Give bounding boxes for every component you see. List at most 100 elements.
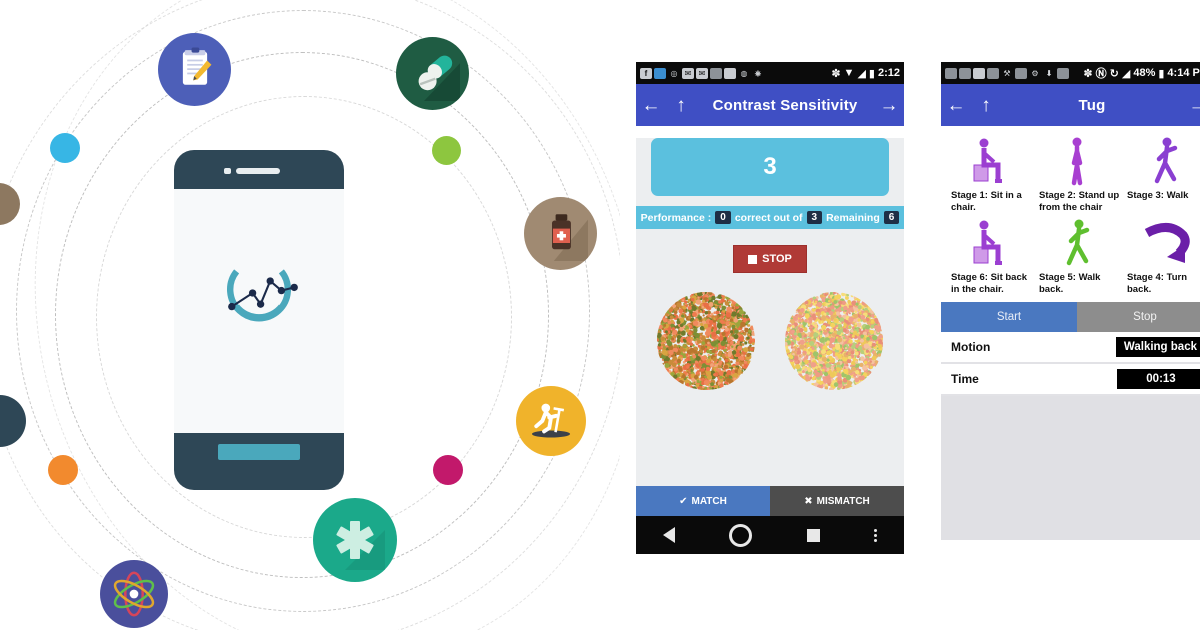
overflow-dots-icon[interactable] [873,528,877,542]
ishihara-plate-right[interactable] [784,291,884,391]
stop-button-label: STOP [762,253,792,265]
clipboard-pencil-icon [158,33,231,106]
answer-buttons: ✔ MATCH ✖ MISMATCH [636,486,904,516]
treadmill-runner-icon [516,386,586,456]
motion-label: Motion [951,339,991,354]
bug-icon: ⚙ [1031,68,1039,78]
apps-icon [973,67,985,79]
stop-button-row: STOP [636,245,904,273]
star-of-life-icon [313,498,397,582]
cross-icon: ✖ [804,495,813,507]
video-icon [710,67,722,79]
sitting-figure-icon-2 [968,214,1010,269]
color-plate-row [636,291,904,391]
stage-caption: Stage 4: Turn back. [1127,271,1187,295]
app-bar: ← ↑ Tug → [941,84,1200,126]
turn-arrow-icon [1139,214,1191,269]
image-icon [724,67,736,79]
mail-icon: ✉ [682,67,694,79]
stop-button[interactable]: Stop [1077,301,1200,332]
stage-cell-6: Stage 6: Sit back in the chair. [945,214,1033,296]
square-icon[interactable] [806,528,820,542]
phone-speaker [236,168,280,174]
arrow-up-icon[interactable]: ↑ [666,96,696,115]
medicine-bottle-icon [524,197,597,270]
stage-cell-1: Stage 1: Sit in a chair. [945,132,1033,214]
back-triangle-icon[interactable] [663,527,676,543]
walking-figure-green-icon [1058,214,1096,269]
match-button[interactable]: ✔ MATCH [636,486,770,516]
motion-row: Motion Walking back [941,331,1200,364]
arrow-up-icon[interactable]: ↑ [971,96,1001,115]
start-stop-controls: Start Stop [941,301,1200,332]
dot-lightblue-icon [50,133,80,163]
screenshot-root: f ◎ ✉ ✉ ◍ ⎈ ✽ ▼ ◢ ▮ 2:12 ← ↑ Contrast Se… [0,0,1200,630]
home-circle-icon[interactable] [729,523,753,547]
camera-icon [959,67,971,79]
stage-cell-3: Stage 3: Walk [1121,132,1200,214]
stage-cell-5: Stage 5: Walk back. [1033,214,1121,296]
arrow-left-icon[interactable]: ← [636,96,666,115]
page-title: Contrast Sensitivity [712,96,858,114]
dot-magenta-icon [433,455,463,485]
stage-caption: Stage 5: Walk back. [1039,271,1101,295]
walking-figure-icon [1146,132,1184,187]
stage-caption: Stage 3: Walk [1127,190,1189,201]
line-chart-ring-icon [227,269,298,322]
stage-caption: Stage 6: Sit back in the chair. [951,271,1028,295]
tools-icon: ⚒ [1003,68,1011,78]
atom-icon [100,560,168,628]
status-bar-time: 2:12 [877,67,900,79]
healthcare-illustration [0,0,620,630]
stop-button[interactable]: STOP [733,245,807,273]
arrow-right-icon[interactable]: → [1183,96,1200,115]
status-bar-time: 4:14 PM [1167,67,1200,79]
phone-mock-cta-bar [218,444,300,460]
sync-icon: ↻ [1109,67,1119,80]
phone-screenshot-contrast-sensitivity: f ◎ ✉ ✉ ◍ ⎈ ✽ ▼ ◢ ▮ 2:12 ← ↑ Contrast Se… [636,62,904,554]
whatsapp-icon: ◎ [670,68,678,78]
remaining-label: Remaining [826,211,880,224]
stage-caption: Stage 2: Stand up from the chair [1039,190,1120,213]
match-button-label: MATCH [691,495,727,507]
shield-icon: ◍ [740,68,748,78]
battery-percent: 48% [1133,67,1156,79]
screen-body: Stage 1: Sit in a chair. Stage 2: Stand … [941,126,1200,540]
stage-grid: Stage 1: Sit in a chair. Stage 2: Stand … [941,126,1200,296]
status-bar: f ◎ ✉ ✉ ◍ ⎈ ✽ ▼ ◢ ▮ 2:12 [636,62,904,84]
nfc-icon: Ⓝ [1095,68,1107,80]
mismatch-button[interactable]: ✖ MISMATCH [770,486,904,516]
battery-icon: ▮ [868,67,875,80]
empty-area [941,396,1200,540]
screenshot-icon [1015,67,1027,79]
stop-square-icon [748,254,758,264]
performance-label: Performance : [640,211,712,224]
arrow-left-icon[interactable]: ← [941,96,971,115]
usb-icon [987,67,999,79]
mismatch-button-label: MISMATCH [816,495,870,507]
android-nav-bar [636,516,904,554]
stage-cell-4: Stage 4: Turn back. [1121,214,1200,296]
pills-capsule-icon [396,37,469,110]
download-icon: ⬇ [1045,68,1053,78]
folder-icon [1057,67,1069,79]
time-row: Time 00:13 [941,363,1200,396]
status-bar-system-icons: ✽ Ⓝ ↻ ◢ 48% ▮ 4:14 PM [1083,65,1200,81]
status-bar-notification-icons: ⚒ ⚙ ⬇ [945,67,1069,79]
status-bar-system-icons: ✽ ▼ ◢ ▮ 2:12 [831,67,900,80]
performance-middle-text: correct out of [734,211,803,224]
phone-camera [224,168,231,174]
correct-count-chip: 0 [715,211,731,224]
check-icon: ✔ [679,495,688,507]
phone-mock-screen [174,189,344,460]
bluetooth-icon: ✽ [831,67,841,80]
start-button[interactable]: Start [941,301,1077,332]
phone-mockup [174,150,344,490]
status-bar-notification-icons: f ◎ ✉ ✉ ◍ ⎈ [640,67,764,79]
ishihara-plate-left[interactable] [656,291,756,391]
arrow-right-icon[interactable]: → [874,96,904,115]
mail-icon-2: ✉ [696,67,708,79]
stage-cell-2: Stage 2: Stand up from the chair [1033,132,1121,214]
phone-screenshot-tug: ⚒ ⚙ ⬇ ✽ Ⓝ ↻ ◢ 48% ▮ 4:14 PM ← ↑ Tug → [941,62,1200,540]
wifi-icon: ▼ [843,67,855,79]
